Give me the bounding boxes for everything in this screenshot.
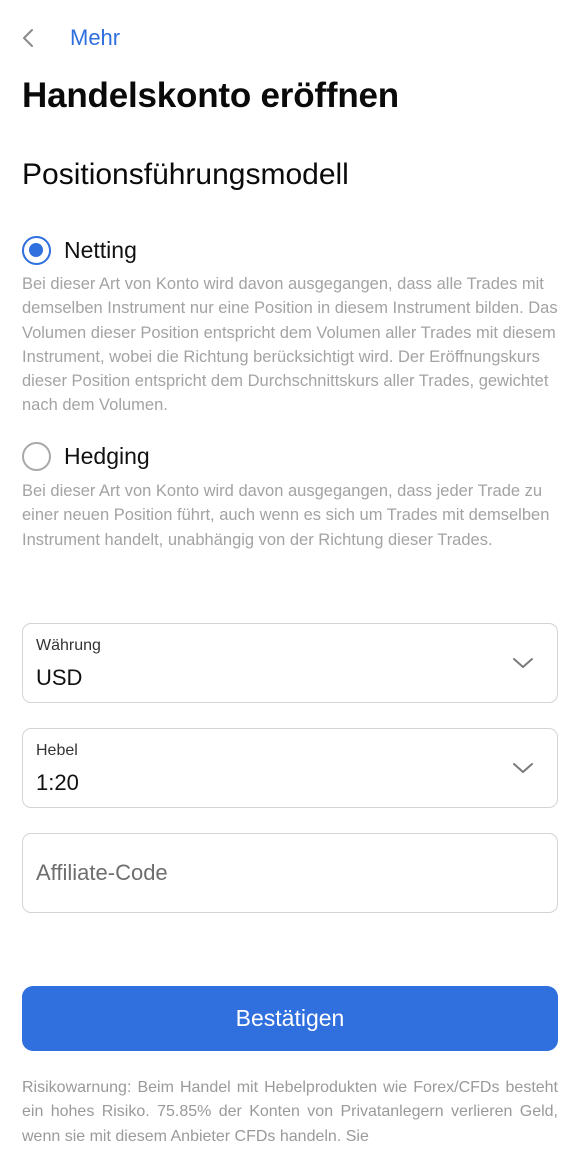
chevron-down-icon [513,658,533,668]
radio-option-hedging[interactable]: Hedging [22,442,150,471]
leverage-value: 1:20 [36,770,79,795]
radio-netting[interactable] [22,236,51,265]
radio-label-netting: Netting [64,237,137,263]
confirm-button[interactable]: Bestätigen [22,986,558,1051]
back-label: Mehr [70,25,121,50]
radio-label-hedging: Hedging [64,443,150,469]
leverage-select[interactable]: Hebel 1:20 [22,728,558,808]
top-nav: Mehr [18,20,120,56]
chevron-left-icon [23,29,33,47]
radio-hedging[interactable] [22,442,51,471]
currency-value: USD [36,665,83,690]
netting-description: Bei dieser Art von Konto wird davon ausg… [22,275,558,415]
page-title: Handelskonto eröffnen [22,76,399,115]
leverage-label: Hebel [36,742,78,759]
risk-warning: Risikowarnung: Beim Handel mit Hebelprod… [22,1079,558,1145]
affiliate-code-input[interactable] [22,833,558,913]
radio-option-netting[interactable]: Netting [22,236,137,265]
section-title: Positionsführungsmodell [22,158,349,191]
currency-select[interactable]: Währung USD [22,623,558,703]
hedging-description: Bei dieser Art von Konto wird davon ausg… [22,482,550,549]
chevron-down-icon [513,763,533,773]
back-button[interactable]: Mehr [18,25,120,51]
currency-label: Währung [36,637,101,654]
